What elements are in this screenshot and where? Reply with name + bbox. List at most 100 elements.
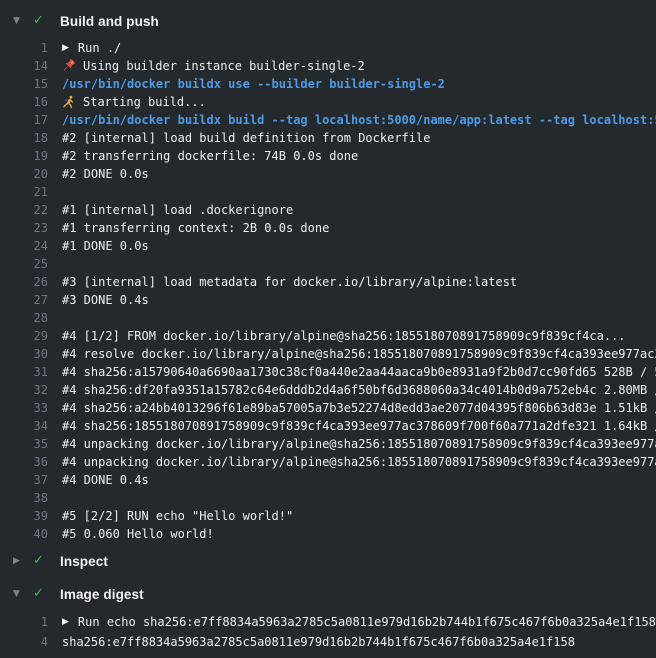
line-number[interactable]: 36 [0,453,48,471]
log-line[interactable]: 25 [0,255,656,273]
line-number[interactable]: 29 [0,327,48,345]
log-line[interactable]: 33#4 sha256:a24bb4013296f61e89ba57005a7b… [0,399,656,417]
line-number[interactable]: 17 [0,111,48,129]
line-text: #1 DONE 0.0s [48,237,149,255]
log-line[interactable]: 37#4 DONE 0.4s [0,471,656,489]
log-line[interactable]: 39#5 [2/2] RUN echo "Hello world!" [0,507,656,525]
line-number[interactable]: 27 [0,291,48,309]
log-line[interactable]: 29#4 [1/2] FROM docker.io/library/alpine… [0,327,656,345]
line-text [48,309,62,327]
line-number[interactable]: 28 [0,309,48,327]
chevron-right-icon[interactable]: ▶ [13,552,28,570]
section-title: Build and push [51,14,159,29]
line-number[interactable]: 32 [0,381,48,399]
log-line[interactable]: 35#4 unpacking docker.io/library/alpine@… [0,435,656,453]
line-number[interactable]: 18 [0,129,48,147]
line-text: #4 sha256:df20fa9351a15782c64e6dddb2d4a6… [48,381,656,399]
line-text: #4 sha256:a15790640a6690aa1730c38cf0a440… [48,363,656,381]
line-number[interactable]: 37 [0,471,48,489]
line-number[interactable]: 39 [0,507,48,525]
line-number[interactable]: 30 [0,345,48,363]
section-header-inspect[interactable]: ▶ ✓ Inspect [0,552,656,570]
line-text: #3 DONE 0.4s [48,291,149,309]
log-line[interactable]: 19#2 transferring dockerfile: 74B 0.0s d… [0,147,656,165]
log-line[interactable]: 34#4 sha256:185518070891758909c9f839cf4c… [0,417,656,435]
log-line[interactable]: 18#2 [internal] load build definition fr… [0,129,656,147]
line-number[interactable]: 31 [0,363,48,381]
line-number[interactable]: 23 [0,219,48,237]
line-number[interactable]: 16 [0,93,48,111]
pushpin-icon [62,59,76,73]
log-line[interactable]: 36#4 unpacking docker.io/library/alpine@… [0,453,656,471]
line-text: ▶Run ./ [48,39,121,57]
section-title: Image digest [51,587,144,602]
line-number[interactable]: 15 [0,75,48,93]
line-number[interactable]: 40 [0,525,48,543]
line-text [48,489,62,507]
line-number[interactable]: 25 [0,255,48,273]
log-line[interactable]: 16Starting build... [0,93,656,111]
line-text [48,255,62,273]
line-number[interactable]: 38 [0,489,48,507]
check-icon: ✓ [28,552,51,570]
line-text: #5 0.060 Hello world! [48,525,214,543]
log-line[interactable]: 4sha256:e7ff8834a5963a2785c5a0811e979d16… [0,632,656,652]
chevron-down-icon[interactable]: ▼ [13,12,28,30]
runner-icon [62,95,76,109]
log-line[interactable]: 22#1 [internal] load .dockerignore [0,201,656,219]
line-number[interactable]: 24 [0,237,48,255]
section-header-build-and-push[interactable]: ▼ ✓ Build and push [0,12,656,30]
log-line[interactable]: 1▶Run ./ [0,39,656,57]
line-number[interactable]: 1 [0,612,48,632]
line-text: #4 sha256:a24bb4013296f61e89ba57005a7b3e… [48,399,656,417]
run-expander-icon[interactable]: ▶ [62,39,69,57]
line-text: #2 [internal] load build definition from… [48,129,430,147]
log-line[interactable]: 15/usr/bin/docker buildx use --builder b… [0,75,656,93]
line-text: Using builder instance builder-single-2 [48,57,365,75]
line-text: #5 [2/2] RUN echo "Hello world!" [48,507,293,525]
line-text: #4 unpacking docker.io/library/alpine@sh… [48,453,656,471]
line-text: #4 [1/2] FROM docker.io/library/alpine@s… [48,327,626,345]
line-number[interactable]: 20 [0,165,48,183]
line-text: sha256:e7ff8834a5963a2785c5a0811e979d16b… [48,632,575,652]
line-number[interactable]: 34 [0,417,48,435]
line-text: #1 [internal] load .dockerignore [48,201,293,219]
line-number[interactable]: 1 [0,39,48,57]
line-number[interactable]: 33 [0,399,48,417]
run-expander-icon[interactable]: ▶ [62,612,69,632]
log-line[interactable]: 23#1 transferring context: 2B 0.0s done [0,219,656,237]
log-line[interactable]: 24#1 DONE 0.0s [0,237,656,255]
log-line[interactable]: 38 [0,489,656,507]
line-text: #1 transferring context: 2B 0.0s done [48,219,329,237]
line-text: #2 DONE 0.0s [48,165,149,183]
line-text: Starting build... [48,93,206,111]
line-number[interactable]: 21 [0,183,48,201]
line-number[interactable]: 4 [0,632,48,652]
log-line[interactable]: 1▶Run echo sha256:e7ff8834a5963a2785c5a0… [0,612,656,632]
line-number[interactable]: 26 [0,273,48,291]
line-number[interactable]: 22 [0,201,48,219]
log-line[interactable]: 31#4 sha256:a15790640a6690aa1730c38cf0a4… [0,363,656,381]
line-text: /usr/bin/docker buildx use --builder bui… [48,75,445,93]
line-number[interactable]: 19 [0,147,48,165]
log-line[interactable]: 28 [0,309,656,327]
line-text: #4 resolve docker.io/library/alpine@sha2… [48,345,656,363]
line-text: #2 transferring dockerfile: 74B 0.0s don… [48,147,358,165]
line-number[interactable]: 35 [0,435,48,453]
log-line[interactable]: 21 [0,183,656,201]
log-line[interactable]: 17/usr/bin/docker buildx build --tag loc… [0,111,656,129]
log-line[interactable]: 26#3 [internal] load metadata for docker… [0,273,656,291]
log-line[interactable]: 27#3 DONE 0.4s [0,291,656,309]
check-icon: ✓ [28,585,51,603]
chevron-down-icon[interactable]: ▼ [13,585,28,603]
log-line[interactable]: 40#5 0.060 Hello world! [0,525,656,543]
log-line[interactable]: 32#4 sha256:df20fa9351a15782c64e6dddb2d4… [0,381,656,399]
log-line[interactable]: 20#2 DONE 0.0s [0,165,656,183]
line-text: #4 unpacking docker.io/library/alpine@sh… [48,435,656,453]
line-number[interactable]: 14 [0,57,48,75]
line-text: ▶Run echo sha256:e7ff8834a5963a2785c5a08… [48,612,656,632]
section-header-image-digest[interactable]: ▼ ✓ Image digest [0,585,656,603]
log-line[interactable]: 30#4 resolve docker.io/library/alpine@sh… [0,345,656,363]
line-text [48,183,62,201]
log-line[interactable]: 14Using builder instance builder-single-… [0,57,656,75]
